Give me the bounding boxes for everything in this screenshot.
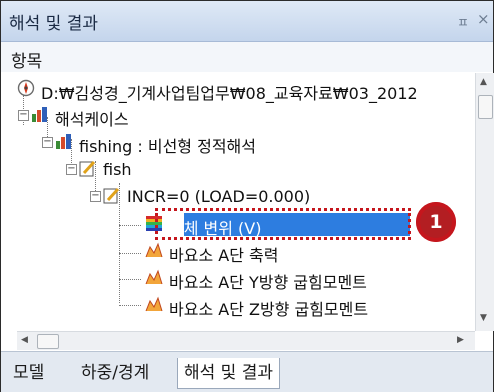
edit-document-icon xyxy=(103,187,120,204)
panel-title: 해석 및 결과 xyxy=(9,14,99,34)
tab-load-boundary[interactable]: 하중/경계 xyxy=(81,358,149,388)
analysis-case-icon xyxy=(32,107,47,122)
callout-highlight-box xyxy=(155,208,411,240)
pin-icon[interactable]: ㅍ xyxy=(457,12,469,31)
collapse-icon[interactable]: − xyxy=(66,164,77,175)
collapse-icon[interactable]: − xyxy=(42,137,53,148)
vertical-scroll-thumb[interactable] xyxy=(478,95,493,119)
compass-icon xyxy=(17,79,35,97)
diagram-result-icon xyxy=(145,296,163,312)
analysis-case-icon xyxy=(56,134,71,149)
bottom-tab-bar: 모델 하중/경계 해석 및 결과 xyxy=(1,351,493,392)
horizontal-scroll-thumb[interactable] xyxy=(37,334,59,349)
tab-model[interactable]: 모델 xyxy=(13,358,44,388)
tree-label-item: 바요소 A단 Y방향 굽힘모멘트 xyxy=(169,273,367,292)
section-header: 항목 xyxy=(1,42,493,72)
scroll-up-icon[interactable]: ▲ xyxy=(480,77,487,87)
tree-line xyxy=(119,253,141,254)
tab-analysis-results[interactable]: 해석 및 결과 xyxy=(177,358,281,389)
tree-line xyxy=(119,225,141,226)
edit-document-icon xyxy=(79,160,96,177)
tree-label-root: D:₩김성경_기계사업팀업무₩08_교육자료₩03_2012 xyxy=(41,84,418,103)
scroll-left-icon[interactable]: ◀ xyxy=(21,335,28,345)
tree-label-model: fish xyxy=(103,160,132,179)
section-header-label: 항목 xyxy=(11,52,43,72)
tree-line xyxy=(119,279,141,280)
tree-label-item: 바요소 A단 Z방향 굽힘모멘트 xyxy=(169,300,369,319)
diagram-result-icon xyxy=(145,269,163,285)
tree-label-increment: INCR=0 (LOAD=0.000) xyxy=(127,187,311,206)
collapse-icon[interactable]: − xyxy=(18,110,29,121)
diagram-result-icon xyxy=(145,242,163,258)
scroll-right-icon[interactable]: ▶ xyxy=(457,335,464,345)
horizontal-scrollbar[interactable]: ◀ ▶ xyxy=(17,331,475,350)
tree-label-case: fishing : 비선형 정적해석 xyxy=(79,137,256,156)
close-icon[interactable]: × xyxy=(477,10,490,28)
collapse-icon[interactable]: − xyxy=(90,191,101,202)
callout-number-badge: 1 xyxy=(416,202,456,242)
vertical-scrollbar[interactable]: ▲ ▼ xyxy=(475,73,494,331)
scroll-down-icon[interactable]: ▼ xyxy=(480,313,487,323)
results-panel: 해석 및 결과 ㅍ × 항목 D:₩김성경_기계사업팀업무₩08_교육자료₩03… xyxy=(0,0,494,392)
tree-line xyxy=(119,305,141,306)
panel-titlebar: 해석 및 결과 ㅍ × xyxy=(1,1,493,42)
result-tree: D:₩김성경_기계사업팀업무₩08_교육자료₩03_2012 − 해석케이스 −… xyxy=(17,73,475,328)
tree-label-item: 바요소 A단 축력 xyxy=(169,246,279,265)
tree-label-analysis-cases: 해석케이스 xyxy=(55,110,129,129)
